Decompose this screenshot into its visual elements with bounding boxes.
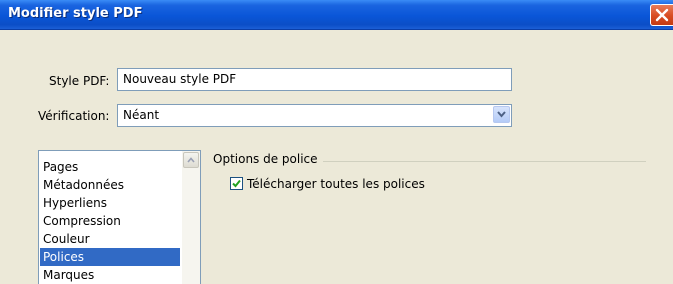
window-title: Modifier style PDF	[8, 6, 143, 21]
close-button[interactable]	[650, 4, 673, 26]
list-item-polices[interactable]: Polices	[40, 248, 180, 266]
style-pdf-label: Style PDF:	[49, 74, 110, 88]
download-all-fonts-checkbox[interactable]	[230, 177, 243, 190]
dropdown-button[interactable]	[493, 106, 510, 123]
chevron-up-icon	[187, 157, 195, 163]
style-pdf-value: Nouveau style PDF	[123, 72, 237, 86]
verification-label: Vérification:	[38, 109, 110, 123]
list-item-compression[interactable]: Compression	[40, 212, 180, 230]
font-options-title: Options de police	[213, 152, 318, 166]
list-item-couleur[interactable]: Couleur	[40, 230, 180, 248]
close-icon	[655, 8, 669, 22]
list-item-pages[interactable]: Pages	[40, 158, 180, 176]
style-pdf-input[interactable]: Nouveau style PDF	[117, 68, 512, 91]
group-divider	[323, 161, 646, 162]
title-bar[interactable]: Modifier style PDF	[0, 0, 673, 30]
checkmark-icon	[232, 179, 241, 188]
verification-select[interactable]: Néant	[117, 104, 512, 127]
category-list[interactable]: Pages Métadonnées Hyperliens Compression…	[38, 150, 201, 284]
verification-value: Néant	[123, 108, 160, 122]
dialog-window: Modifier style PDF Style PDF: Nouveau st…	[0, 0, 673, 284]
list-item-marques[interactable]: Marques	[40, 266, 180, 284]
list-item-metadonnees[interactable]: Métadonnées	[40, 176, 180, 194]
download-all-fonts-label[interactable]: Télécharger toutes les polices	[247, 177, 425, 191]
list-scrollbar[interactable]	[182, 151, 200, 284]
list-item-hyperliens[interactable]: Hyperliens	[40, 194, 180, 212]
chevron-down-icon	[497, 111, 506, 118]
scroll-up-button[interactable]	[183, 152, 199, 168]
